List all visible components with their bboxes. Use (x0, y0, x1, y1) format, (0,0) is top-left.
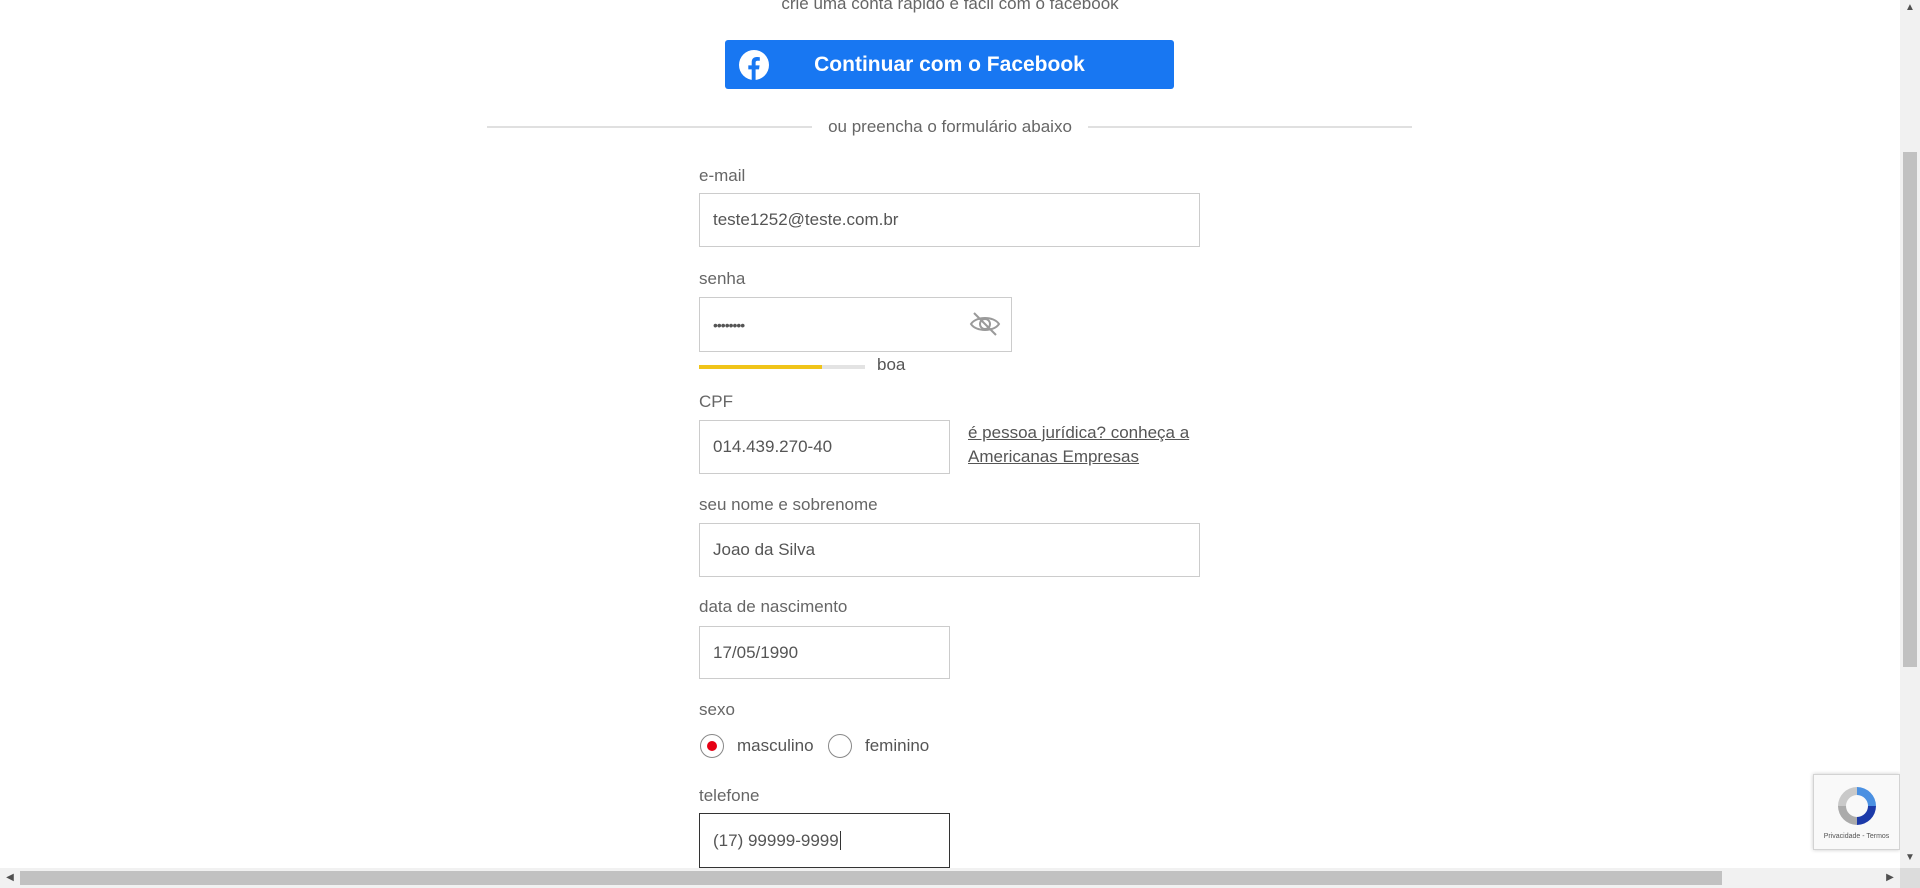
scrollbar-corner (1900, 868, 1920, 888)
password-value: •••••••• (713, 316, 745, 333)
horizontal-scroll-thumb[interactable] (20, 871, 1722, 885)
vertical-scroll-thumb[interactable] (1903, 152, 1917, 667)
gender-radio-feminino[interactable] (828, 734, 852, 758)
scroll-down-arrow[interactable]: ▼ (1900, 852, 1920, 863)
signup-page: crie uma conta rápido e fácil com o face… (0, 0, 1900, 868)
text-caret (839, 831, 841, 850)
divider-right (1088, 126, 1412, 128)
horizontal-scrollbar[interactable]: ◀ ▶ (0, 868, 1900, 888)
name-value: Joao da Silva (713, 540, 816, 559)
facebook-subtitle: crie uma conta rápido e fácil com o face… (781, 0, 1119, 13)
password-strength-fill (699, 365, 822, 369)
facebook-icon (739, 50, 769, 80)
email-value: teste1252@teste.com.br (713, 210, 899, 229)
email-label: e-mail (699, 166, 746, 185)
phone-value: (17) 99999-9999 (713, 830, 839, 850)
scroll-up-arrow[interactable]: ▲ (1900, 2, 1920, 13)
recaptcha-badge[interactable]: Privacidade - Termos (1813, 774, 1900, 850)
password-strength-label: boa (877, 355, 906, 374)
gender-option-feminino[interactable]: feminino (865, 736, 929, 756)
cpf-label: CPF (699, 392, 733, 411)
recaptcha-footer[interactable]: Privacidade - Termos (1814, 833, 1899, 840)
phone-label: telefone (699, 786, 760, 805)
email-field[interactable]: teste1252@teste.com.br (699, 193, 1200, 247)
gender-label: sexo (699, 700, 735, 719)
facebook-button-label: Continuar com o Facebook (814, 52, 1085, 76)
divider-left (487, 126, 812, 128)
birthdate-value: 17/05/1990 (713, 642, 799, 662)
eye-slash-icon[interactable] (969, 311, 1001, 337)
password-strength-bar (699, 365, 865, 369)
name-field[interactable]: Joao da Silva (699, 523, 1200, 577)
gender-radio-masculino[interactable] (700, 734, 724, 758)
vertical-scrollbar[interactable]: ▲ ▼ (1900, 0, 1920, 868)
cpf-field[interactable]: 014.439.270-40 (699, 420, 950, 474)
name-label: seu nome e sobrenome (699, 495, 878, 514)
divider-text: ou preencha o formulário abaixo (828, 117, 1072, 136)
facebook-login-button[interactable]: Continuar com o Facebook (725, 40, 1174, 89)
scroll-right-arrow[interactable]: ▶ (1880, 872, 1900, 883)
recaptcha-icon (1838, 787, 1876, 825)
phone-field[interactable]: (17) 99999-9999 (699, 813, 950, 868)
birthdate-field[interactable]: 17/05/1990 (699, 626, 950, 679)
scroll-left-arrow[interactable]: ◀ (0, 872, 20, 883)
password-field[interactable]: •••••••• (699, 297, 1012, 352)
birthdate-label: data de nascimento (699, 597, 848, 616)
password-label: senha (699, 269, 746, 288)
business-account-link[interactable]: é pessoa jurídica? conheça a Americanas … (968, 421, 1218, 469)
gender-option-masculino[interactable]: masculino (737, 736, 814, 756)
cpf-value: 014.439.270-40 (713, 437, 833, 456)
